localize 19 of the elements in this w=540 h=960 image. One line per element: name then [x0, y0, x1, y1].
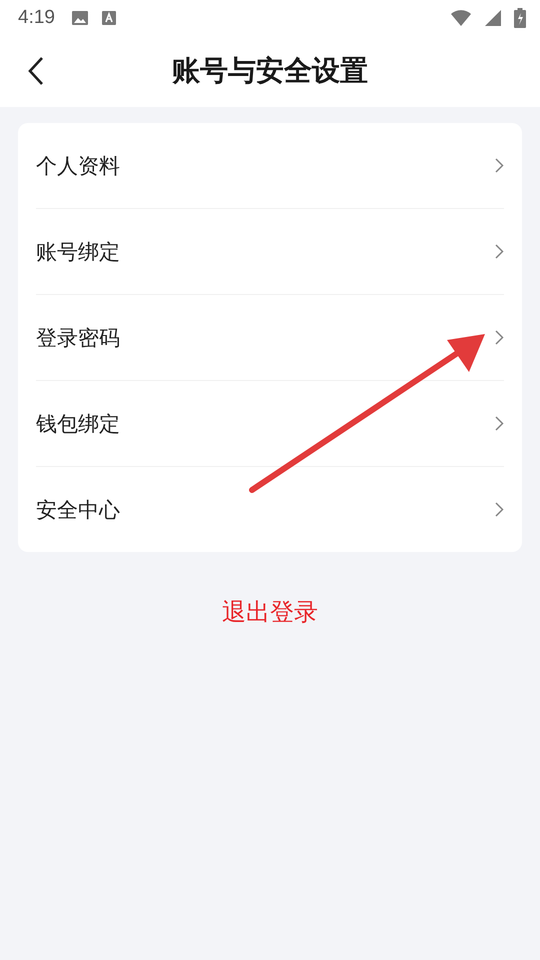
battery-icon — [514, 8, 526, 28]
chevron-icon — [495, 330, 504, 345]
menu-item[interactable]: 登录密码 — [36, 324, 120, 352]
chevron-icon — [495, 244, 504, 259]
page-title: 账号与安全设置 — [172, 53, 368, 89]
menu-item[interactable]: 安全中心 — [36, 496, 120, 524]
chevron-icon — [495, 502, 504, 517]
menu-item[interactable]: 钱包绑定 — [36, 410, 120, 438]
signal-icon — [484, 8, 502, 26]
chevron-icon — [495, 158, 504, 173]
font-icon — [100, 10, 117, 26]
menu-item[interactable]: 账号绑定 — [36, 238, 120, 266]
status-time: 4:19 — [18, 6, 55, 28]
logout-link[interactable]: 退出登录 — [222, 596, 318, 628]
back-icon[interactable] — [26, 56, 46, 86]
chevron-icon — [495, 416, 504, 431]
menu-item[interactable]: 个人资料 — [36, 152, 120, 180]
wifi-icon — [450, 8, 472, 26]
image-icon — [70, 10, 89, 26]
